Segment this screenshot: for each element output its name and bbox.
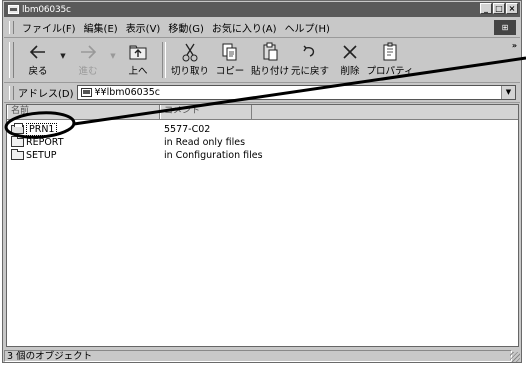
paste-icon xyxy=(261,42,279,62)
address-value: ¥¥lbm06035c xyxy=(94,87,160,98)
list-item-name-cell: SETUP xyxy=(7,149,160,161)
column-headers: 名前 コメント xyxy=(7,105,518,120)
explorer-window: lbm06035c _ □ × ファイル(F) 編集(E) 表示(V) 移動(G… xyxy=(2,0,522,363)
list-item-comment: in Read only files xyxy=(164,137,246,148)
menu-view[interactable]: 表示(V) xyxy=(122,20,165,35)
address-dropdown-icon[interactable]: ▼ xyxy=(501,86,515,99)
copy-icon xyxy=(221,42,239,62)
delete-x-icon xyxy=(341,42,359,62)
close-button[interactable]: × xyxy=(506,3,518,14)
copy-button[interactable]: コピー xyxy=(210,38,250,80)
undo-button[interactable]: 元に戻す xyxy=(290,38,330,80)
forward-button[interactable]: 進む xyxy=(68,38,108,80)
status-text: 3 個のオブジェクト xyxy=(4,349,512,362)
menu-favorites[interactable]: お気に入り(A) xyxy=(208,20,281,35)
status-bar: 3 個のオブジェクト xyxy=(4,349,520,362)
list-item-comment: 5577-C02 xyxy=(164,124,211,135)
toolbar-separator xyxy=(162,42,166,78)
menu-go[interactable]: 移動(G) xyxy=(164,20,208,35)
column-header-comment[interactable]: コメント xyxy=(160,105,252,119)
window-controls: _ □ × xyxy=(479,3,518,14)
standard-toolbar: 戻る ▼ 進む ▼ 上へ 切り取り コピー 貼り付け 元に戻す 削除 プロパティ… xyxy=(4,38,520,83)
list-item-name-cell: PRN1 xyxy=(7,123,160,136)
list-item[interactable]: SETUP in Configuration files xyxy=(7,149,518,162)
undo-icon xyxy=(301,42,319,62)
list-item[interactable]: REPORT in Read only files xyxy=(7,136,518,149)
menu-edit[interactable]: 編集(E) xyxy=(80,20,122,35)
properties-label: プロパティ xyxy=(366,66,414,77)
menubar-grip[interactable] xyxy=(9,21,14,34)
address-label: アドレス(D) xyxy=(18,89,74,100)
window-title: lbm06035c xyxy=(22,4,71,15)
list-item-name: SETUP xyxy=(26,150,57,161)
addressbar-grip[interactable] xyxy=(9,85,14,100)
forward-arrow-icon xyxy=(79,42,97,62)
properties-icon xyxy=(381,42,399,62)
address-input[interactable]: ¥¥lbm06035c ▼ xyxy=(76,85,516,100)
file-list[interactable]: 名前 コメント PRN1 5577-C02 REPORT in Read onl… xyxy=(6,104,519,347)
toolbar-overflow-chevron-icon[interactable]: » xyxy=(512,41,517,50)
copy-label: コピー xyxy=(215,66,245,77)
back-button[interactable]: 戻る xyxy=(18,38,58,80)
delete-label: 削除 xyxy=(340,66,360,77)
cut-button[interactable]: 切り取り xyxy=(170,38,210,80)
forward-label: 進む xyxy=(78,66,98,77)
column-header-name[interactable]: 名前 xyxy=(7,105,160,119)
properties-button[interactable]: プロパティ xyxy=(367,38,413,80)
computer-icon xyxy=(80,88,92,97)
back-dropdown-icon[interactable]: ▼ xyxy=(58,38,68,60)
back-arrow-icon xyxy=(29,42,47,62)
toolbar-grip[interactable] xyxy=(9,42,14,78)
up-label: 上へ xyxy=(128,66,148,77)
forward-dropdown-icon[interactable]: ▼ xyxy=(108,38,118,60)
up-button[interactable]: 上へ xyxy=(118,38,158,80)
list-item[interactable]: PRN1 5577-C02 xyxy=(7,123,518,136)
address-bar: アドレス(D) ¥¥lbm06035c ▼ xyxy=(4,83,520,103)
paste-button[interactable]: 貼り付け xyxy=(250,38,290,80)
up-folder-icon xyxy=(128,42,148,62)
minimize-button[interactable]: _ xyxy=(480,3,492,14)
list-item-name-cell: REPORT xyxy=(7,136,160,148)
cut-label: 切り取り xyxy=(170,66,209,77)
list-item-name: PRN1 xyxy=(26,123,58,136)
folder-icon xyxy=(11,136,24,147)
title-bar[interactable]: lbm06035c _ □ × xyxy=(4,2,520,17)
list-item-comment: in Configuration files xyxy=(164,150,263,161)
windows-logo-icon: ⊞ xyxy=(494,20,516,35)
printer-icon xyxy=(11,123,24,134)
paste-label: 貼り付け xyxy=(250,66,289,77)
undo-label: 元に戻す xyxy=(290,66,329,77)
menu-help[interactable]: ヘルプ(H) xyxy=(281,20,334,35)
folder-icon xyxy=(11,149,24,160)
menu-bar: ファイル(F) 編集(E) 表示(V) 移動(G) お気に入り(A) ヘルプ(H… xyxy=(4,18,520,38)
delete-button[interactable]: 削除 xyxy=(330,38,370,80)
computer-icon xyxy=(8,5,19,14)
resize-grip-icon[interactable] xyxy=(510,352,520,362)
maximize-button[interactable]: □ xyxy=(493,3,505,14)
back-label: 戻る xyxy=(28,66,48,77)
scissors-icon xyxy=(181,42,199,62)
list-item-name: REPORT xyxy=(26,137,64,148)
menu-file[interactable]: ファイル(F) xyxy=(18,20,80,35)
